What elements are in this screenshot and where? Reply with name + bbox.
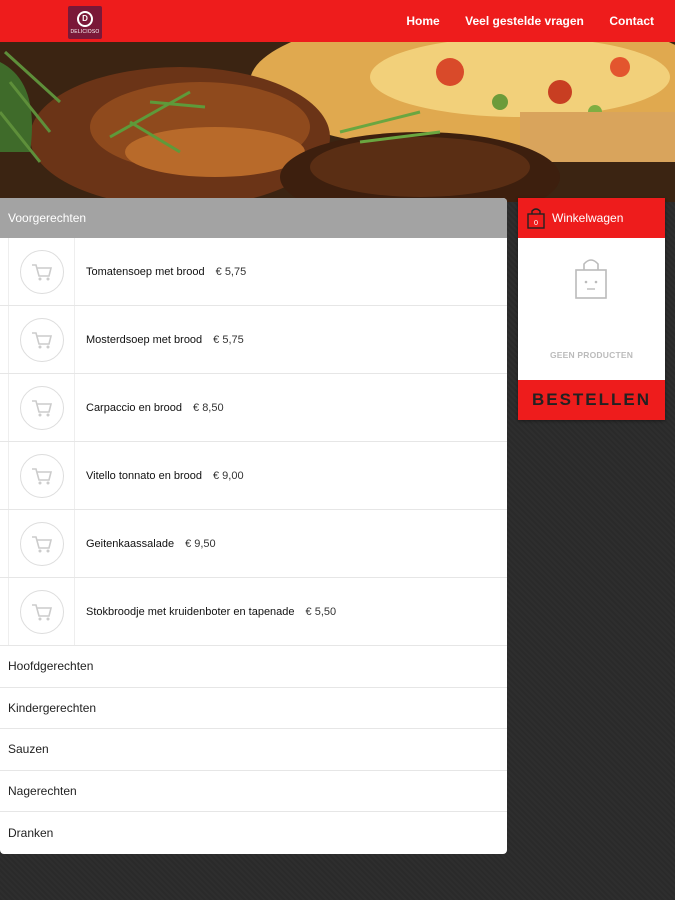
menu-item-price: € 5,75 <box>213 333 244 346</box>
category-header-active[interactable]: Voorgerechten <box>0 198 507 238</box>
menu-item-name: Geitenkaassalade <box>86 537 175 550</box>
cart-body: GEEN PRODUCTEN <box>518 238 665 380</box>
category-hoofdgerechten[interactable]: Hoofdgerechten <box>0 646 507 688</box>
cart-header: 0 Winkelwagen <box>518 198 665 238</box>
menu-item-price: € 8,50 <box>193 401 224 414</box>
add-to-cart-thumb[interactable] <box>8 306 75 373</box>
shopping-cart-panel: 0 Winkelwagen GEEN PRODUCTEN BESTELLEN <box>518 198 665 420</box>
restaurant-logo[interactable]: D DELICIOSO <box>68 6 102 39</box>
menu-item[interactable]: Tomatensoep met brood € 5,75 <box>0 238 507 306</box>
cart-icon <box>31 535 52 552</box>
cart-icon <box>31 263 52 280</box>
menu-item-price: € 9,00 <box>213 469 244 482</box>
shopping-bag-icon: 0 <box>527 208 545 229</box>
menu-item[interactable]: Carpaccio en brood € 8,50 <box>0 374 507 442</box>
menu-item-price: € 5,75 <box>215 265 247 278</box>
category-sauzen[interactable]: Sauzen <box>0 729 507 771</box>
empty-bag-icon <box>575 259 607 299</box>
menu-item-name: Mosterdsoep met brood <box>86 333 203 346</box>
menu-item-price: € 5,50 <box>305 605 337 618</box>
main-nav: Home Veel gestelde vragen Contact <box>406 12 675 30</box>
menu-item[interactable]: Vitello tonnato en brood € 9,00 <box>0 442 507 510</box>
add-to-cart-thumb[interactable] <box>8 238 75 305</box>
nav-faq-link[interactable]: Veel gestelde vragen <box>465 14 584 28</box>
cart-icon <box>31 467 52 484</box>
nav-home-link[interactable]: Home <box>406 14 439 28</box>
category-nagerechten[interactable]: Nagerechten <box>0 771 507 813</box>
cart-empty-text: GEEN PRODUCTEN <box>549 350 634 360</box>
add-to-cart-thumb[interactable] <box>8 442 75 509</box>
category-header-label: Voorgerechten <box>8 211 87 225</box>
food-photo-illustration <box>0 42 675 202</box>
menu-item-name: Tomatensoep met brood <box>86 265 205 278</box>
menu-panel: Voorgerechten Tomatensoep met brood € 5,… <box>0 198 507 854</box>
logo-text: DELICIOSO <box>70 28 100 35</box>
menu-item[interactable]: Stokbroodje met kruidenboter en tapenade… <box>0 578 507 646</box>
nav-contact-link[interactable]: Contact <box>609 14 654 28</box>
add-to-cart-thumb[interactable] <box>8 374 75 441</box>
cart-title: Winkelwagen <box>552 211 624 225</box>
cart-icon <box>31 399 52 416</box>
menu-item-price: € 9,50 <box>185 537 216 550</box>
menu-item-name: Vitello tonnato en brood <box>86 469 202 482</box>
top-navigation-bar: D DELICIOSO Home Veel gestelde vragen Co… <box>0 0 675 42</box>
menu-item[interactable]: Mosterdsoep met brood € 5,75 <box>0 306 507 374</box>
add-to-cart-thumb[interactable] <box>8 510 75 577</box>
order-button[interactable]: BESTELLEN <box>518 380 665 420</box>
hero-food-image <box>0 42 675 202</box>
menu-item-name: Stokbroodje met kruidenboter en tapenade <box>86 605 295 618</box>
svg-text:0: 0 <box>534 219 538 227</box>
add-to-cart-thumb[interactable] <box>8 578 75 645</box>
menu-item[interactable]: Geitenkaassalade € 9,50 <box>0 510 507 578</box>
menu-item-name: Carpaccio en brood <box>86 401 183 414</box>
category-dranken[interactable]: Dranken <box>0 812 507 854</box>
logo-mark-icon: D <box>77 10 93 27</box>
cart-icon <box>31 331 52 348</box>
cart-icon <box>31 603 52 620</box>
category-kindergerechten[interactable]: Kindergerechten <box>0 688 507 730</box>
